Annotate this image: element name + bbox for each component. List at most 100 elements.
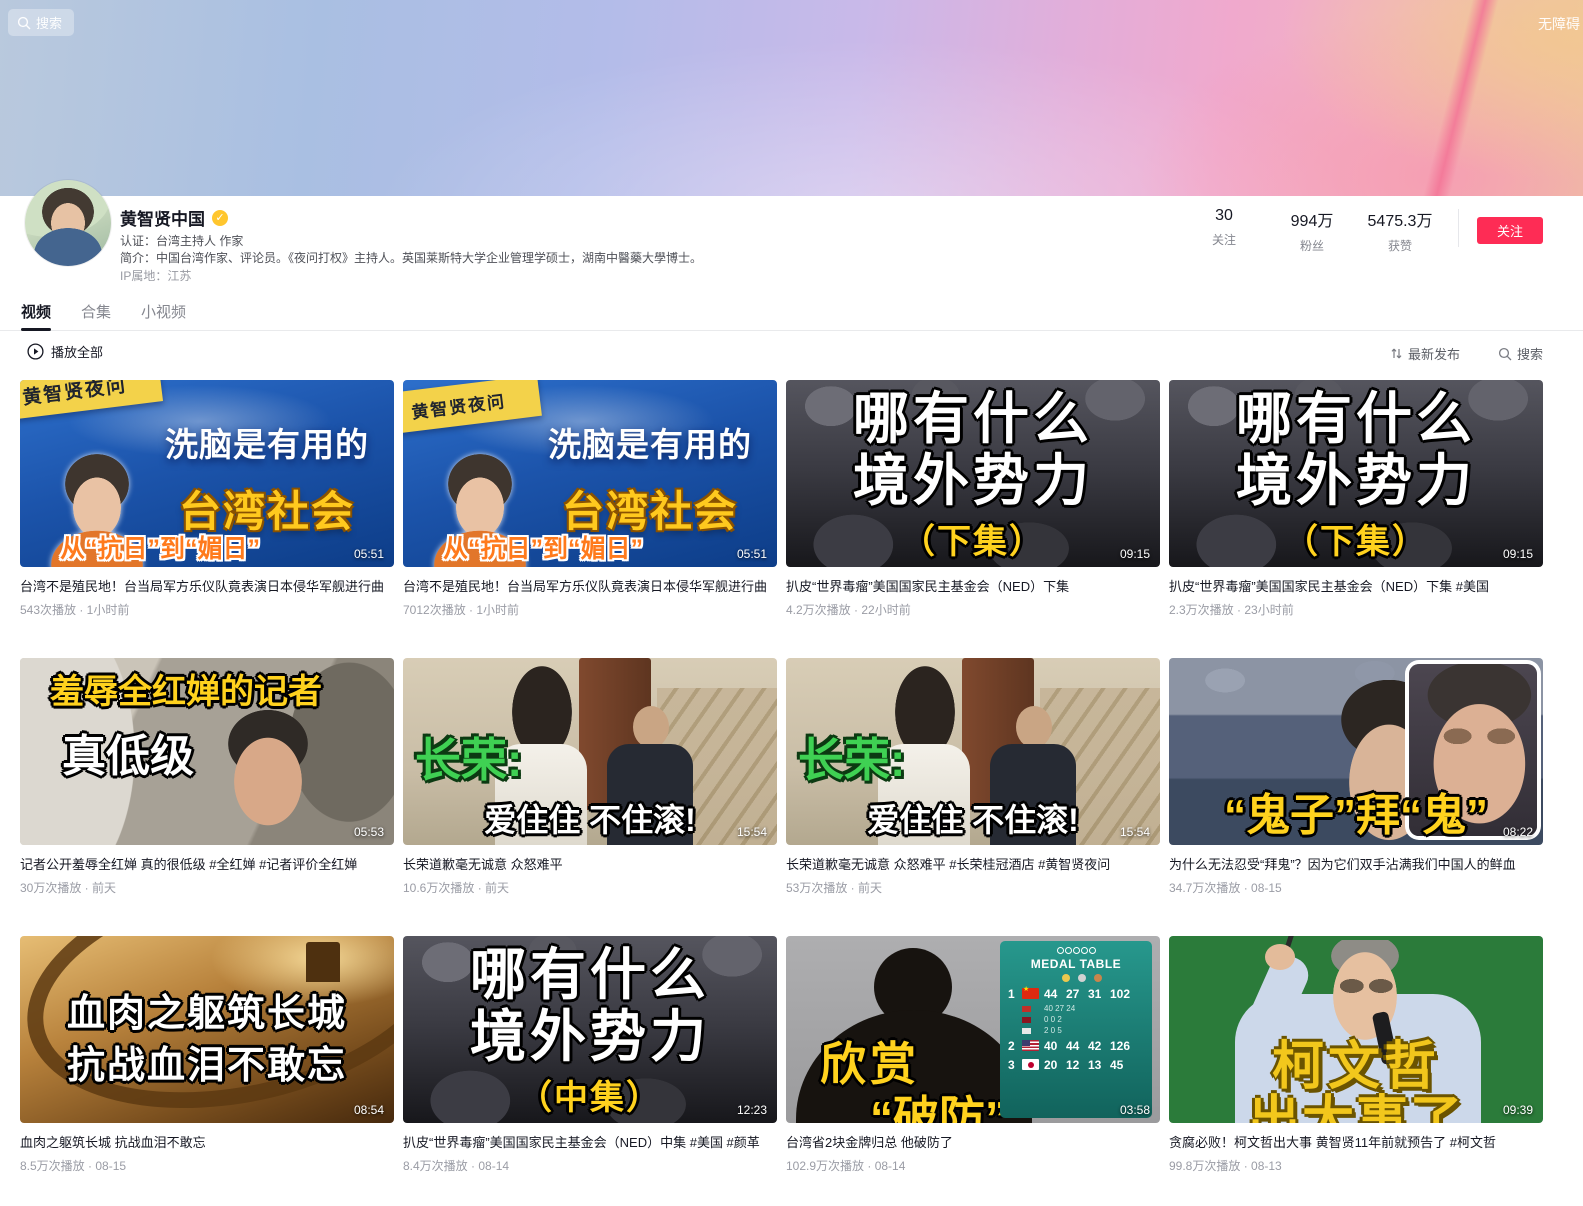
video-thumbnail[interactable]: 长荣: 爱住住 不住滚! 15:54 <box>403 658 777 845</box>
video-card[interactable]: 长荣: 爱住住 不住滚! 15:54 长荣道歉毫无诚意 众怒难平 #长荣桂冠酒店… <box>786 658 1160 895</box>
medal-subrow: 2 0 5 <box>1008 1025 1144 1036</box>
video-thumbnail[interactable]: 欣赏 “破防” MEDAL TABLE 1 44 27 31 102 40 27… <box>786 936 1160 1123</box>
video-card[interactable]: 柯文哲 出大事了 09:39 贪腐必败！柯文哲出大事 黄智贤11年前就预告了 #… <box>1169 936 1543 1173</box>
total: 102 <box>1110 987 1136 1001</box>
video-thumbnail[interactable]: 黄智贤夜问 洗脑是有用的 台湾社会 从“抗日”到“媚日” 05:51 <box>20 380 394 567</box>
thumb-ribbon: 黄智贤夜问 <box>403 380 542 434</box>
usa-flag-icon <box>1022 1040 1039 1051</box>
ip-location: IP属地：江苏 <box>120 267 191 284</box>
video-card[interactable]: 欣赏 “破防” MEDAL TABLE 1 44 27 31 102 40 27… <box>786 936 1160 1173</box>
video-thumbnail[interactable]: 血肉之躯筑长城 抗战血泪不敢忘 08:54 <box>20 936 394 1123</box>
video-meta: 10.6万次播放 · 前天 <box>403 879 777 896</box>
tab-short-videos[interactable]: 小视频 <box>141 297 186 330</box>
accessibility-button[interactable]: 无障碍 <box>1538 14 1580 34</box>
video-card[interactable]: 哪有什么 境外势力 （中集） 12:23 扒皮“世界毒瘤”美国国家民主基金会（N… <box>403 936 777 1173</box>
video-search-button[interactable]: 搜索 <box>1498 344 1543 363</box>
tab-collections[interactable]: 合集 <box>81 297 111 330</box>
video-meta: 7012次播放 · 1小时前 <box>403 601 777 618</box>
silver: 44 <box>1066 1039 1088 1053</box>
stat-likes[interactable]: 5475.3万 获赞 <box>1356 207 1444 254</box>
video-thumbnail[interactable]: 哪有什么 境外势力 （中集） 12:23 <box>403 936 777 1123</box>
stat-followers[interactable]: 994万 粉丝 <box>1268 207 1356 254</box>
video-card[interactable]: 长荣: 爱住住 不住滚! 15:54 长荣道歉毫无诚意 众怒难平 10.6万次播… <box>403 658 777 895</box>
profile-name: 黄智贤中国 <box>120 205 205 230</box>
video-title[interactable]: 扒皮“世界毒瘤”美国国家民主基金会（NED）下集 <box>786 576 1160 595</box>
video-card[interactable]: 黄智贤夜问 洗脑是有用的 台湾社会 从“抗日”到“媚日” 05:51 台湾不是殖… <box>403 380 777 617</box>
sort-latest-button[interactable]: 最新发布 <box>1390 344 1460 363</box>
follow-button[interactable]: 关注 <box>1477 217 1543 244</box>
wall-tower <box>306 942 340 982</box>
bronze: 42 <box>1088 1039 1110 1053</box>
video-title[interactable]: 扒皮“世界毒瘤”美国国家民主基金会（NED）下集 #美国 <box>1169 576 1543 595</box>
avatar[interactable] <box>25 180 111 266</box>
video-title[interactable]: 台湾省2块金牌归总 他破防了 <box>786 1132 1160 1151</box>
profile-banner <box>0 0 1583 196</box>
video-card[interactable]: 哪有什么 境外势力 （下集） 09:15 扒皮“世界毒瘤”美国国家民主基金会（N… <box>1169 380 1543 617</box>
thumb-text: 羞辱全红婵的记者 <box>50 664 322 713</box>
video-duration: 15:54 <box>737 825 767 839</box>
thumb-text: 从“抗日”到“媚日” <box>60 529 386 565</box>
video-thumbnail[interactable]: “鬼子”拜“鬼” 08:22 <box>1169 658 1543 845</box>
video-duration: 08:22 <box>1503 825 1533 839</box>
video-card[interactable]: 羞辱全红婵的记者 真低级 05:53 记者公开羞辱全红婵 真的很低级 #全红婵 … <box>20 658 394 895</box>
video-duration: 09:15 <box>1503 547 1533 561</box>
top-search-bar[interactable]: 搜索 <box>8 9 74 36</box>
thumb-text: 抗战血泪不敢忘 <box>20 1040 394 1092</box>
video-title[interactable]: 扒皮“世界毒瘤”美国国家民主基金会（NED）中集 #美国 #颜革 <box>403 1132 777 1151</box>
play-all-button[interactable]: 播放全部 <box>27 342 103 361</box>
china-flag-icon <box>1022 988 1039 999</box>
video-card[interactable]: 哪有什么 境外势力 （下集） 09:15 扒皮“世界毒瘤”美国国家民主基金会（N… <box>786 380 1160 617</box>
video-duration: 05:51 <box>737 547 767 561</box>
video-thumbnail[interactable]: 羞辱全红婵的记者 真低级 05:53 <box>20 658 394 845</box>
video-thumbnail[interactable]: 哪有什么 境外势力 （下集） 09:15 <box>1169 380 1543 567</box>
japan-flag-icon <box>1022 1059 1039 1070</box>
thumb-text: 爱住住 不住滚! <box>867 795 1079 841</box>
video-thumbnail[interactable]: 黄智贤夜问 洗脑是有用的 台湾社会 从“抗日”到“媚日” 05:51 <box>403 380 777 567</box>
medal-row: 1 44 27 31 102 <box>1008 984 1144 1003</box>
video-search-label: 搜索 <box>1517 344 1543 363</box>
video-meta: 4.2万次播放 · 22小时前 <box>786 601 1160 618</box>
video-title[interactable]: 记者公开羞辱全红婵 真的很低级 #全红婵 #记者评价全红婵 <box>20 854 394 873</box>
medal-icons <box>1062 974 1144 982</box>
stat-following[interactable]: 30 关注 <box>1180 207 1268 248</box>
thumb-text: 境外势力 <box>403 1006 777 1068</box>
video-thumbnail[interactable]: 哪有什么 境外势力 （下集） 09:15 <box>786 380 1160 567</box>
video-title[interactable]: 台湾不是殖民地！台当局军方乐仪队竟表演日本侵华军舰进行曲 <box>20 576 394 595</box>
bio-line: 简介：中国台湾作家、评论员。《夜问打权》主持人。英国莱斯特大学企业管理学硕士，湖… <box>120 249 702 266</box>
video-duration: 05:53 <box>354 825 384 839</box>
video-title[interactable]: 为什么无法忍受“拜鬼”？因为它们双手沾满我们中国人的鲜血 <box>1169 854 1543 873</box>
search-icon <box>17 16 31 30</box>
thumb-text: 洗脑是有用的 <box>531 418 769 466</box>
video-thumbnail[interactable]: 柯文哲 出大事了 09:39 <box>1169 936 1543 1123</box>
video-meta: 99.8万次播放 · 08-13 <box>1169 1157 1543 1174</box>
video-grid: 黄智贤夜问 洗脑是有用的 台湾社会 从“抗日”到“媚日” 05:51 台湾不是殖… <box>20 380 1543 1173</box>
total: 45 <box>1110 1058 1136 1072</box>
video-title[interactable]: 长荣道歉毫无诚意 众怒难平 #长荣桂冠酒店 #黄智贤夜问 <box>786 854 1160 873</box>
search-label: 搜索 <box>36 13 62 32</box>
thumb-text: （中集） <box>403 1070 777 1119</box>
video-card[interactable]: 黄智贤夜问 洗脑是有用的 台湾社会 从“抗日”到“媚日” 05:51 台湾不是殖… <box>20 380 394 617</box>
video-title[interactable]: 台湾不是殖民地！台当局军方乐仪队竟表演日本侵华军舰进行曲 <box>403 576 777 595</box>
video-duration: 12:23 <box>737 1103 767 1117</box>
medal-row: 3 20 12 13 45 <box>1008 1055 1144 1074</box>
video-title[interactable]: 血肉之躯筑长城 抗战血泪不敢忘 <box>20 1132 394 1151</box>
likes-label: 获赞 <box>1356 237 1444 254</box>
sort-icon <box>1390 347 1403 360</box>
video-card[interactable]: 血肉之躯筑长城 抗战血泪不敢忘 08:54 血肉之躯筑长城 抗战血泪不敢忘 8.… <box>20 936 394 1173</box>
content-tabs: 视频 合集 小视频 <box>0 297 1583 331</box>
thumb-text: 哪有什么 <box>1169 388 1543 450</box>
reporter-face <box>220 710 316 840</box>
video-card[interactable]: “鬼子”拜“鬼” 08:22 为什么无法忍受“拜鬼”？因为它们双手沾满我们中国人… <box>1169 658 1543 895</box>
following-label: 关注 <box>1180 231 1268 248</box>
video-title[interactable]: 长荣道歉毫无诚意 众怒难平 <box>403 854 777 873</box>
thumb-text: 出大事了 <box>1248 1078 1464 1123</box>
sort-label: 最新发布 <box>1408 344 1460 363</box>
video-thumbnail[interactable]: 长荣: 爱住住 不住滚! 15:54 <box>786 658 1160 845</box>
video-title[interactable]: 贪腐必败！柯文哲出大事 黄智贤11年前就预告了 #柯文哲 <box>1169 1132 1543 1151</box>
tab-videos[interactable]: 视频 <box>21 297 51 330</box>
bronze: 31 <box>1088 987 1110 1001</box>
video-duration: 05:51 <box>354 547 384 561</box>
video-meta: 102.9万次播放 · 08-14 <box>786 1157 1160 1174</box>
profile-stats: 30 关注 994万 粉丝 5475.3万 获赞 <box>1180 207 1477 254</box>
following-count: 30 <box>1180 207 1268 225</box>
